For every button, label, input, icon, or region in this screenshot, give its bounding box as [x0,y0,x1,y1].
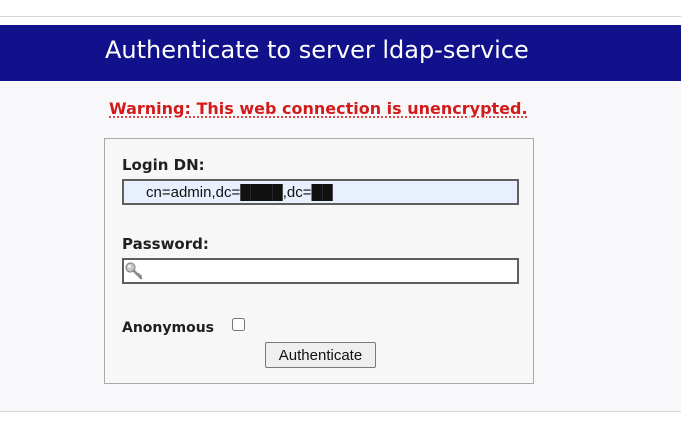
unencrypted-warning: Warning: This web connection is unencryp… [109,99,528,118]
bottom-divider [0,411,681,412]
anonymous-label: Anonymous [122,320,215,336]
login-form: Login DN: Password: Anonymous Authentica… [104,138,534,384]
password-label: Password: [122,235,209,253]
anonymous-checkbox[interactable] [232,318,245,331]
password-input[interactable] [122,258,519,284]
top-divider [0,16,681,17]
ldap-login-page: Authenticate to server ldap-service Warn… [0,0,681,423]
login-dn-label: Login DN: [122,156,205,174]
login-dn-input[interactable] [122,179,519,205]
page-title: Authenticate to server ldap-service [105,36,529,64]
header-bar: Authenticate to server ldap-service [0,25,681,81]
authenticate-button[interactable]: Authenticate [265,342,376,368]
